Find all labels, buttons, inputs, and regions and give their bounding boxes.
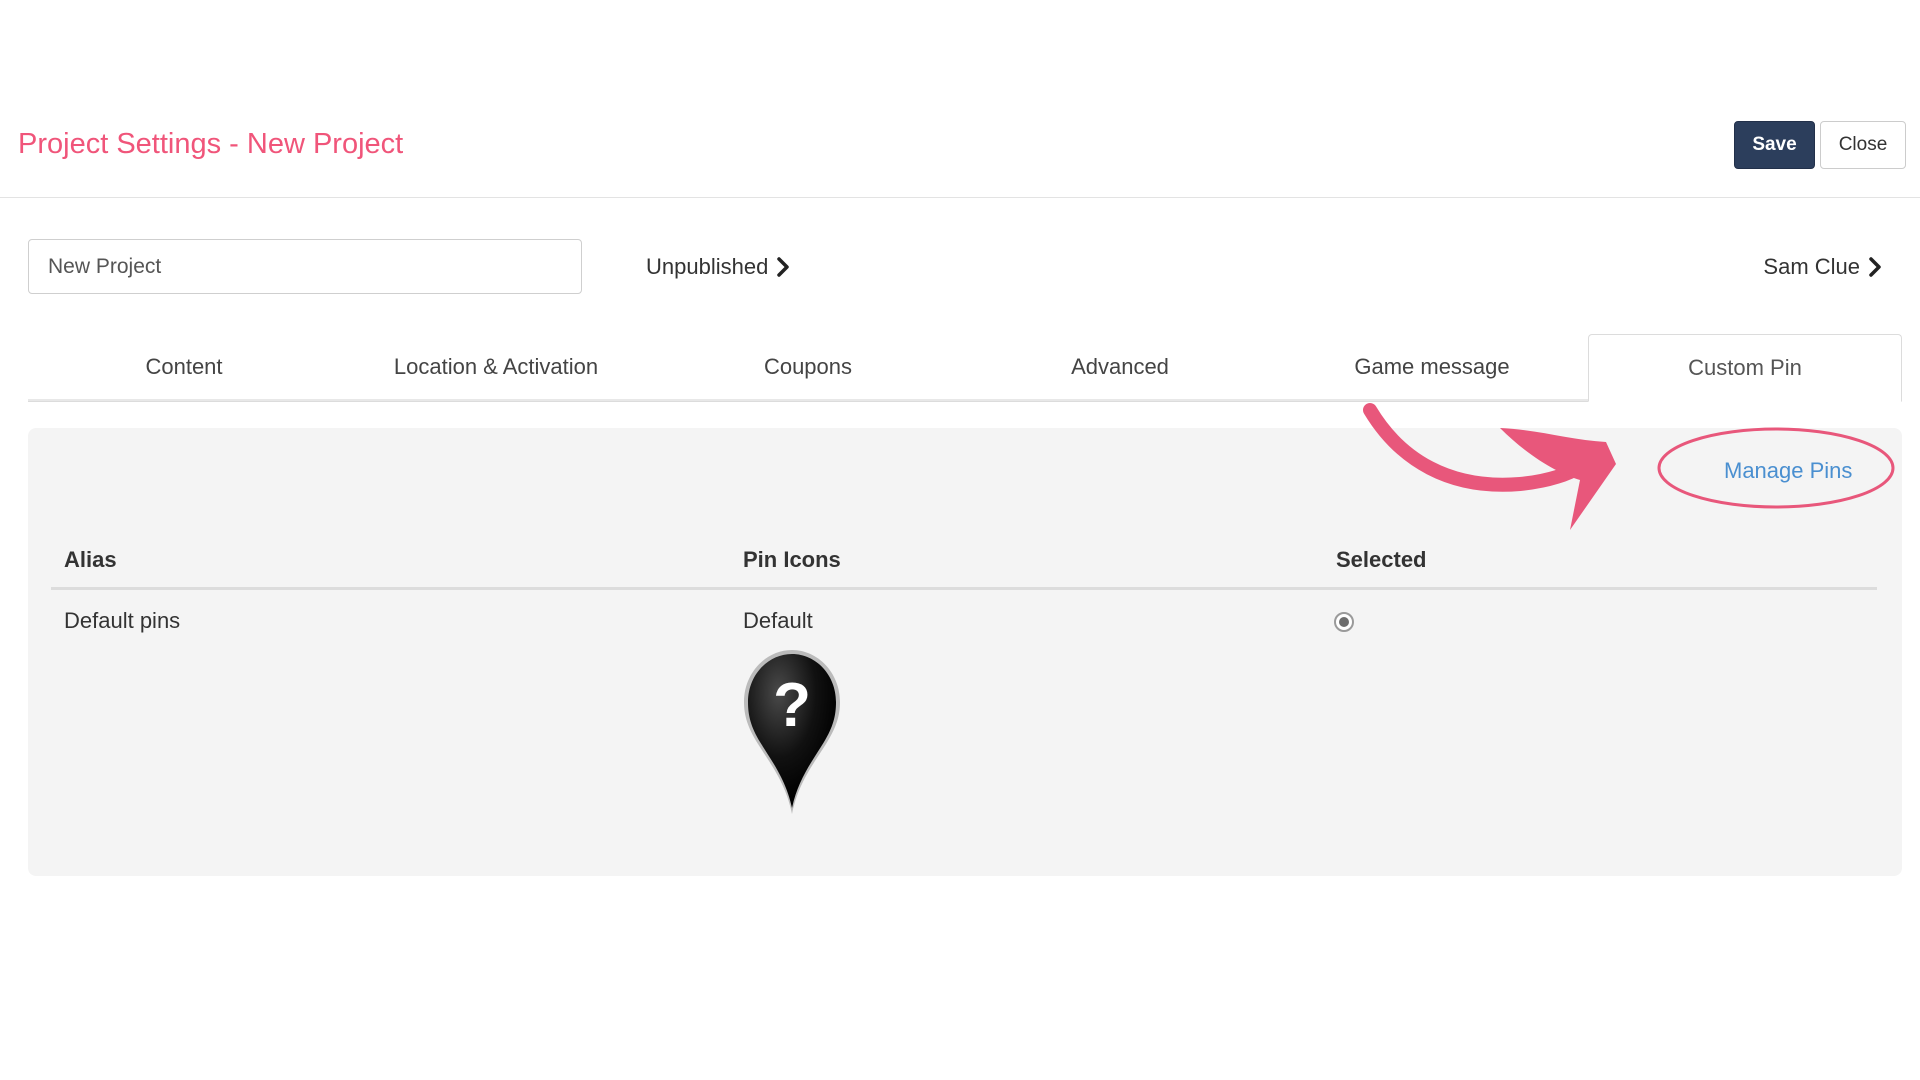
pins-table-header: Alias Pin Icons Selected bbox=[51, 540, 1877, 590]
header-bar: Project Settings - New Project Save Clos… bbox=[0, 0, 1920, 198]
row-pin-icon-label: Default bbox=[743, 608, 813, 633]
project-name-input[interactable] bbox=[28, 239, 582, 294]
column-header-pin-icons: Pin Icons bbox=[743, 547, 841, 572]
chevron-right-icon bbox=[1869, 257, 1881, 277]
column-header-selected: Selected bbox=[1336, 547, 1427, 572]
question-mark-pin-icon: ? bbox=[744, 650, 840, 814]
tab-location-activation[interactable]: Location & Activation bbox=[340, 334, 652, 401]
tab-coupons[interactable]: Coupons bbox=[652, 334, 964, 401]
custom-pin-panel bbox=[28, 428, 1902, 876]
chevron-right-icon bbox=[777, 257, 790, 277]
save-button[interactable]: Save bbox=[1734, 121, 1815, 169]
page-title: Project Settings - New Project bbox=[18, 128, 404, 160]
publish-status-link[interactable]: Unpublished bbox=[646, 252, 790, 282]
user-name: Sam Clue bbox=[1763, 254, 1860, 279]
tab-content[interactable]: Content bbox=[28, 334, 340, 401]
column-header-alias: Alias bbox=[64, 547, 117, 572]
svg-text:?: ? bbox=[773, 671, 811, 740]
row-selected-radio[interactable] bbox=[1334, 612, 1354, 632]
manage-pins-link[interactable]: Manage Pins bbox=[1724, 456, 1852, 486]
tab-game-message[interactable]: Game message bbox=[1276, 334, 1588, 401]
publish-status-label: Unpublished bbox=[646, 254, 769, 279]
tab-custom-pin[interactable]: Custom Pin bbox=[1588, 334, 1902, 402]
close-button[interactable]: Close bbox=[1820, 121, 1906, 169]
settings-tabs: Content Location & Activation Coupons Ad… bbox=[28, 334, 1902, 402]
row-alias: Default pins bbox=[64, 608, 181, 633]
user-link[interactable]: Sam Clue bbox=[1763, 252, 1882, 282]
tab-advanced[interactable]: Advanced bbox=[964, 334, 1276, 401]
